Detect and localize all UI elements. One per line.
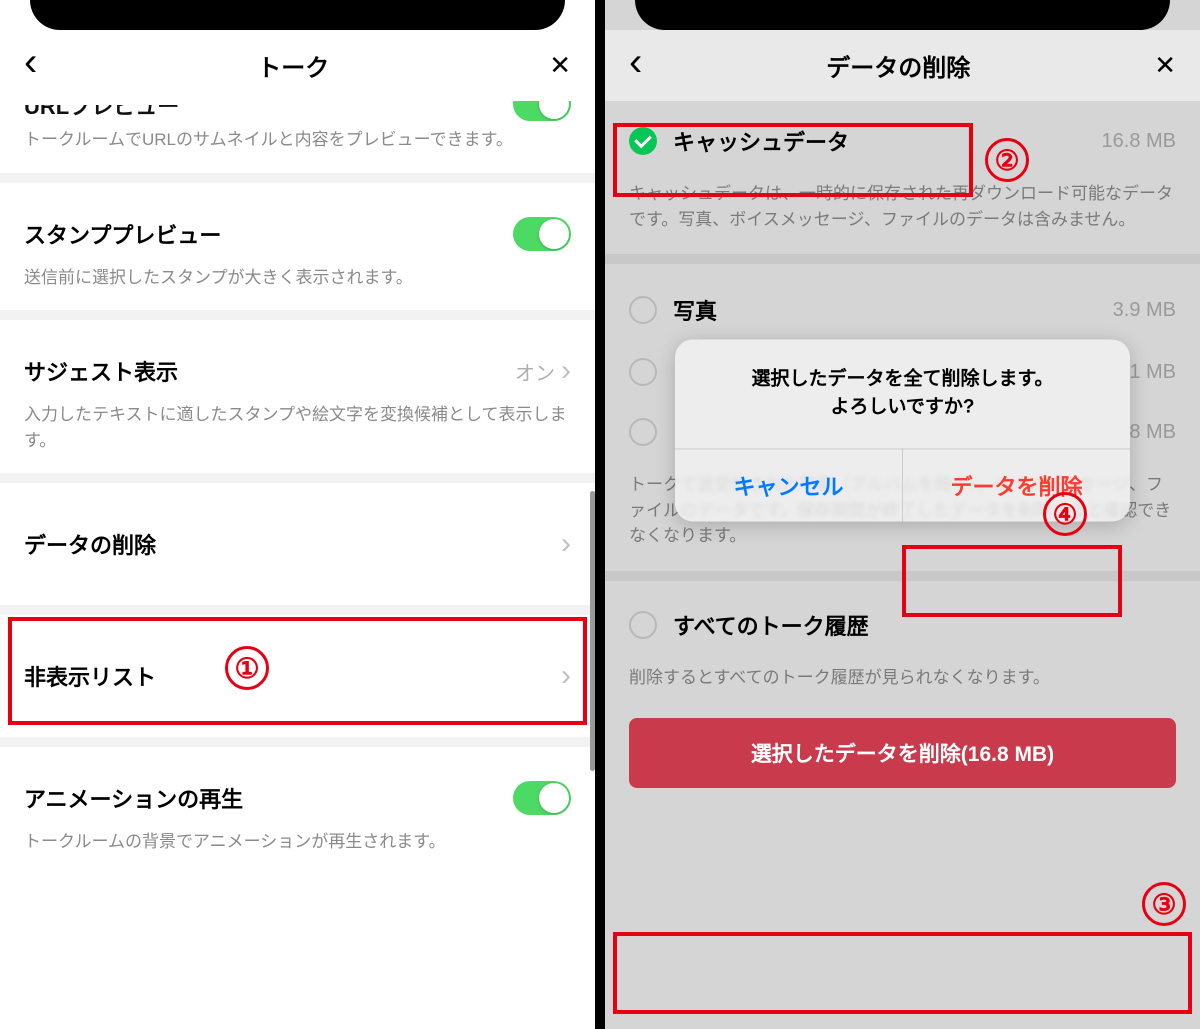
page-title: トーク (37, 48, 549, 83)
stamp-preview-toggle[interactable] (513, 217, 571, 251)
page-title: データの削除 (642, 48, 1154, 83)
scrollbar[interactable] (590, 491, 595, 771)
check-icon[interactable] (629, 296, 657, 324)
url-preview-label: URLプレビュー (24, 105, 179, 119)
animation-toggle[interactable] (513, 781, 571, 815)
close-icon[interactable] (549, 50, 571, 81)
notch (635, 0, 1170, 30)
dialog-confirm-button[interactable]: データを削除 (903, 449, 1130, 521)
photo-size: 3.9 MB (1113, 299, 1176, 322)
row3-size: 1 MB (1129, 361, 1176, 384)
delete-selected-button[interactable]: 選択したデータを削除(16.8 MB) (629, 718, 1176, 788)
check-icon[interactable] (629, 611, 657, 639)
close-icon[interactable] (1154, 50, 1176, 81)
cache-desc: キャッシュデータは、一時的に保存された再ダウンロード可能なデータです。写真、ボイ… (605, 173, 1200, 254)
chevron-right-icon (561, 527, 571, 561)
all-history-desc: 削除するとすべてのトーク履歴が見られなくなります。 (605, 657, 1200, 709)
check-icon[interactable] (629, 358, 657, 386)
url-preview-toggle[interactable] (513, 101, 571, 121)
chevron-right-icon (561, 659, 571, 693)
dialog-message: 選択したデータを全て削除します。 よろしいですか? (675, 339, 1130, 448)
back-icon[interactable] (24, 52, 37, 80)
hidden-list-row[interactable]: 非表示リスト (24, 635, 571, 717)
all-history-row[interactable]: すべてのトーク履歴 (605, 581, 1200, 657)
photo-label: 写真 (673, 294, 1113, 326)
step-1-badge: ① (225, 646, 269, 690)
header: トーク (0, 30, 595, 101)
check-icon[interactable] (629, 418, 657, 446)
cache-size: 16.8 MB (1102, 130, 1176, 153)
step-3-badge: ③ (1142, 882, 1186, 926)
notch (30, 0, 565, 30)
chevron-right-icon (561, 354, 571, 388)
header: データの削除 (605, 30, 1200, 101)
photo-row[interactable]: 写真 3.9 MB (605, 264, 1200, 342)
content-right: キャッシュデータ 16.8 MB キャッシュデータは、一時的に保存された再ダウン… (605, 101, 1200, 788)
left-screen: トーク URLプレビュー トークルームでURLのサムネイルと内容をプレビューでき… (0, 0, 595, 1029)
cache-label: キャッシュデータ (673, 125, 1102, 157)
right-screen: データの削除 キャッシュデータ 16.8 MB キャッシュデータは、一時的に保存… (605, 0, 1200, 1029)
step-4-badge: ④ (1043, 492, 1087, 536)
url-preview-desc: トークルームでURLのサムネイルと内容をプレビューできます。 (24, 127, 571, 173)
all-history-label: すべてのトーク履歴 (673, 609, 1176, 641)
step-2-badge: ② (985, 138, 1029, 182)
back-icon[interactable] (629, 52, 642, 80)
delete-data-label: データの削除 (24, 528, 156, 560)
hidden-list-label: 非表示リスト (24, 660, 156, 692)
dialog-cancel-button[interactable]: キャンセル (675, 449, 903, 521)
cache-row[interactable]: キャッシュデータ 16.8 MB (605, 101, 1200, 173)
stamp-preview-desc: 送信前に選択したスタンプが大きく表示されます。 (24, 265, 571, 311)
check-icon[interactable] (629, 127, 657, 155)
suggest-row[interactable]: サジェスト表示 オン (24, 340, 571, 402)
row4-size: 8 MB (1129, 421, 1176, 444)
suggest-label: サジェスト表示 (24, 355, 178, 387)
content-left: URLプレビュー トークルームでURLのサムネイルと内容をプレビューできます。 … (0, 101, 595, 875)
highlight-3 (613, 932, 1192, 1014)
animation-label: アニメーションの再生 (24, 782, 243, 814)
stamp-preview-label: スタンププレビュー (24, 218, 221, 250)
suggest-status: オン (515, 357, 555, 386)
animation-desc: トークルームの背景でアニメーションが再生されます。 (24, 829, 571, 875)
suggest-desc: 入力したテキストに適したスタンプや絵文字を変換候補として表示します。 (24, 402, 571, 473)
delete-data-row[interactable]: データの削除 (24, 503, 571, 585)
